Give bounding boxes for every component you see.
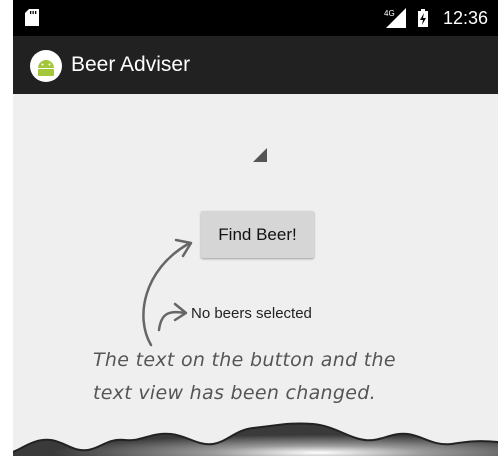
arrow-to-button-icon xyxy=(142,242,190,347)
phone-screen: 4G 12:36 Beer Adviser Find Beer! No beer… xyxy=(13,0,498,456)
annotation-line-1: The text on the button and the xyxy=(93,349,396,371)
torn-edge-decoration xyxy=(13,422,498,456)
